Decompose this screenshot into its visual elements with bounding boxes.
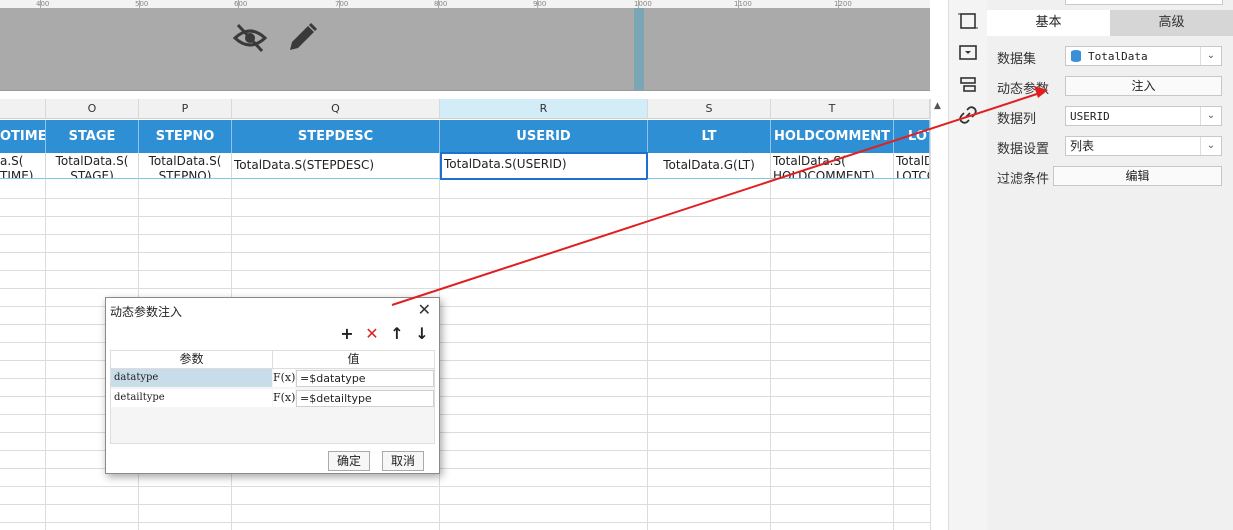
- arrow-down-icon[interactable]: ↓: [413, 325, 431, 343]
- data-cell-holdcomment[interactable]: TotalData.S( HOLDCOMMENT): [771, 153, 894, 179]
- dynamic-param-label: 动态参数: [997, 82, 1050, 97]
- table-row[interactable]: datatype F(x) =$datatype: [111, 369, 434, 387]
- field-header-lt[interactable]: LT: [648, 120, 771, 153]
- column-letter-T[interactable]: T: [771, 99, 894, 119]
- data-cell-stage[interactable]: TotalData.S( STAGE): [46, 153, 139, 179]
- grid-line: [0, 270, 930, 271]
- column-letter-O[interactable]: O: [46, 99, 139, 119]
- inject-button[interactable]: 注入: [1065, 76, 1222, 96]
- param-column-header: 参数: [111, 351, 273, 369]
- table-row[interactable]: detailtype F(x) =$detailtype: [111, 389, 434, 407]
- data-column-label: 数据列: [997, 112, 1037, 127]
- chevron-down-icon[interactable]: ⌄: [1200, 137, 1221, 155]
- layout-icon[interactable]: [957, 74, 979, 96]
- add-icon[interactable]: +: [338, 325, 356, 343]
- column-letter-Q[interactable]: Q: [232, 99, 440, 119]
- dataset-label: 数据集: [997, 52, 1037, 67]
- pencil-icon[interactable]: [284, 20, 320, 56]
- column-letter-S[interactable]: S: [648, 99, 771, 119]
- value-column-header: 值: [273, 351, 434, 369]
- param-value-input[interactable]: =$detailtype: [296, 390, 434, 407]
- side-toolstrip: [948, 0, 987, 530]
- ruler-tick: 500: [135, 0, 149, 8]
- grid-line: [0, 486, 930, 487]
- chevron-down-icon[interactable]: ⌄: [1200, 107, 1221, 125]
- cancel-button[interactable]: 取消: [382, 451, 424, 471]
- field-header[interactable]: OTIME: [0, 120, 46, 153]
- column-letter-P[interactable]: P: [139, 99, 232, 119]
- field-header-stage[interactable]: STAGE: [46, 120, 139, 153]
- field-header-stepno[interactable]: STEPNO: [139, 120, 232, 153]
- data-cell-userid[interactable]: TotalData.S(USERID): [440, 152, 648, 180]
- field-header-userid[interactable]: USERID: [440, 120, 648, 153]
- grid-line: [0, 522, 930, 523]
- param-name[interactable]: datatype: [111, 369, 272, 387]
- data-cell[interactable]: a.S( TIME): [0, 153, 46, 179]
- ruler-tick: 800: [434, 0, 448, 8]
- column-letter-R[interactable]: R: [440, 99, 648, 119]
- panel-top-field: [1065, 0, 1223, 5]
- formula-icon[interactable]: F(x): [273, 369, 295, 387]
- data-cell-lt[interactable]: TotalData.G(LT): [648, 153, 771, 179]
- delete-icon[interactable]: ✕: [363, 325, 381, 343]
- ruler-tick: 700: [335, 0, 349, 8]
- dialog-title: 动态参数注入: [110, 305, 183, 319]
- field-header-holdcomment[interactable]: HOLDCOMMENT: [771, 120, 894, 153]
- ruler-tick: 1100: [734, 0, 752, 8]
- ruler-tick: 1000: [634, 0, 652, 8]
- cell-element-icon[interactable]: [957, 10, 979, 32]
- tab-advanced[interactable]: 高级: [1110, 10, 1233, 36]
- ruler-tick: 900: [533, 0, 547, 8]
- data-column-value: USERID: [1070, 110, 1110, 123]
- grid-line: [647, 179, 648, 530]
- data-column-select[interactable]: USERID ⌄: [1065, 106, 1222, 126]
- data-setting-select[interactable]: 列表 ⌄: [1065, 136, 1222, 156]
- data-cell-stepdesc[interactable]: TotalData.S(STEPDESC): [232, 153, 440, 179]
- formula-icon[interactable]: F(x): [273, 389, 295, 407]
- ok-button[interactable]: 确定: [328, 451, 370, 471]
- eye-off-icon[interactable]: [232, 20, 268, 56]
- grid-line: [0, 198, 930, 199]
- arrow-up-icon[interactable]: ↑: [388, 325, 406, 343]
- dataset-select[interactable]: TotalData ⌄: [1065, 46, 1222, 66]
- column-letter[interactable]: [894, 99, 930, 119]
- filter-label: 过滤条件: [997, 172, 1050, 187]
- widget-icon[interactable]: [957, 42, 979, 64]
- grid-line: [0, 234, 930, 235]
- dynamic-param-dialog: 动态参数注入 ✕ + ✕ ↑ ↓ 参数 值 datatype F(x) =$datat…: [105, 297, 440, 474]
- filter-edit-button[interactable]: 编辑: [1053, 166, 1222, 186]
- grid-line: [0, 288, 930, 289]
- close-icon[interactable]: ✕: [418, 300, 431, 319]
- dataset-value: TotalData: [1088, 50, 1148, 63]
- float-divider: [634, 8, 644, 90]
- chevron-down-icon[interactable]: ⌄: [1200, 47, 1221, 65]
- data-cell-lot[interactable]: TotalD LOTCO: [894, 153, 930, 179]
- param-table: 参数 值 datatype F(x) =$datatype detailtype…: [110, 350, 435, 444]
- tab-basic[interactable]: 基本: [987, 10, 1110, 36]
- property-panel: 基本 高级 数据集 TotalData ⌄ 动态参数 注入 数据列 USERID…: [987, 0, 1233, 530]
- grid-line: [770, 179, 771, 530]
- grid-line: [0, 504, 930, 505]
- ruler-tick: 400: [36, 0, 50, 8]
- data-setting-value: 列表: [1070, 139, 1095, 153]
- column-letter[interactable]: [0, 99, 46, 119]
- database-icon: [1070, 49, 1082, 68]
- ruler-tick: 600: [234, 0, 248, 8]
- grid-line: [0, 216, 930, 217]
- grid-line: [893, 179, 894, 530]
- dialog-toolbar: + ✕ ↑ ↓: [331, 325, 431, 345]
- scroll-up-icon[interactable]: ▲: [934, 101, 941, 111]
- param-value-input[interactable]: =$datatype: [296, 370, 434, 387]
- param-name[interactable]: detailtype: [111, 389, 272, 407]
- grid-line: [0, 252, 930, 253]
- vertical-scrollbar[interactable]: ▲: [930, 99, 948, 530]
- grid-line: [45, 179, 46, 530]
- field-header-stepdesc[interactable]: STEPDESC: [232, 120, 440, 153]
- float-element-area[interactable]: [0, 8, 930, 91]
- data-setting-label: 数据设置: [997, 142, 1050, 157]
- field-header-lot[interactable]: LOT: [894, 120, 930, 153]
- ruler-tick: 1200: [834, 0, 852, 8]
- link-icon[interactable]: [957, 104, 979, 126]
- data-cell-stepno[interactable]: TotalData.S( STEPNO): [139, 153, 232, 179]
